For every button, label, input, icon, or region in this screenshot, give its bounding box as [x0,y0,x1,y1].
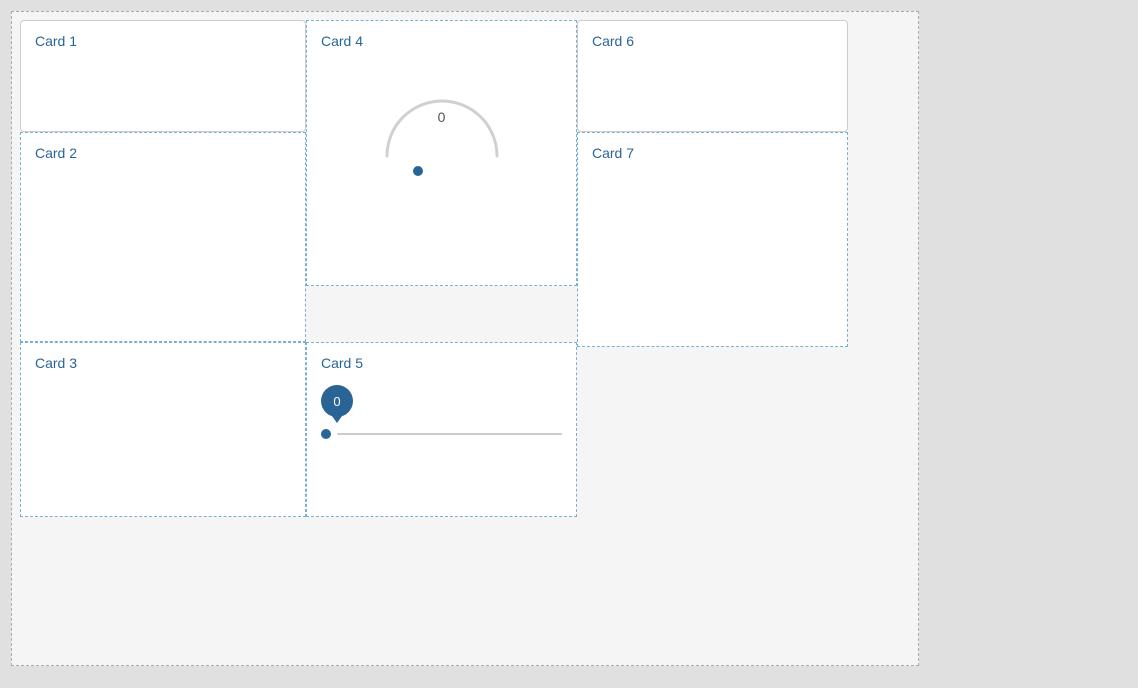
slider-widget: 0 [321,385,562,439]
card-1-title: Card 1 [35,33,77,49]
card-7: Card 7 [577,132,848,347]
card-4-title: Card 4 [321,33,363,49]
card-7-title: Card 7 [592,145,634,161]
card-2: Card 2 [20,132,306,342]
gauge-dot [413,166,423,176]
card-5: Card 5 0 [306,342,577,517]
card-4: Card 4 0 [306,20,577,286]
card-grid: Card 1 Card 4 0 Card 6 Card 2 Card 7 [12,12,918,525]
gauge-value: 0 [438,109,446,125]
card-3-title: Card 3 [35,355,77,371]
main-scroll-container[interactable]: Card 1 Card 4 0 Card 6 Card 2 Card 7 [11,11,919,666]
card-5-title: Card 5 [321,355,363,371]
gauge-widget: 0 [321,71,562,176]
card-1: Card 1 [20,20,306,132]
slider-dot [321,429,331,439]
card-2-title: Card 2 [35,145,77,161]
slider-track-row [321,429,562,439]
card-6-title: Card 6 [592,33,634,49]
slider-track[interactable] [337,433,562,435]
card-6: Card 6 [577,20,848,132]
card-3: Card 3 [20,342,306,517]
slider-badge: 0 [321,385,353,417]
